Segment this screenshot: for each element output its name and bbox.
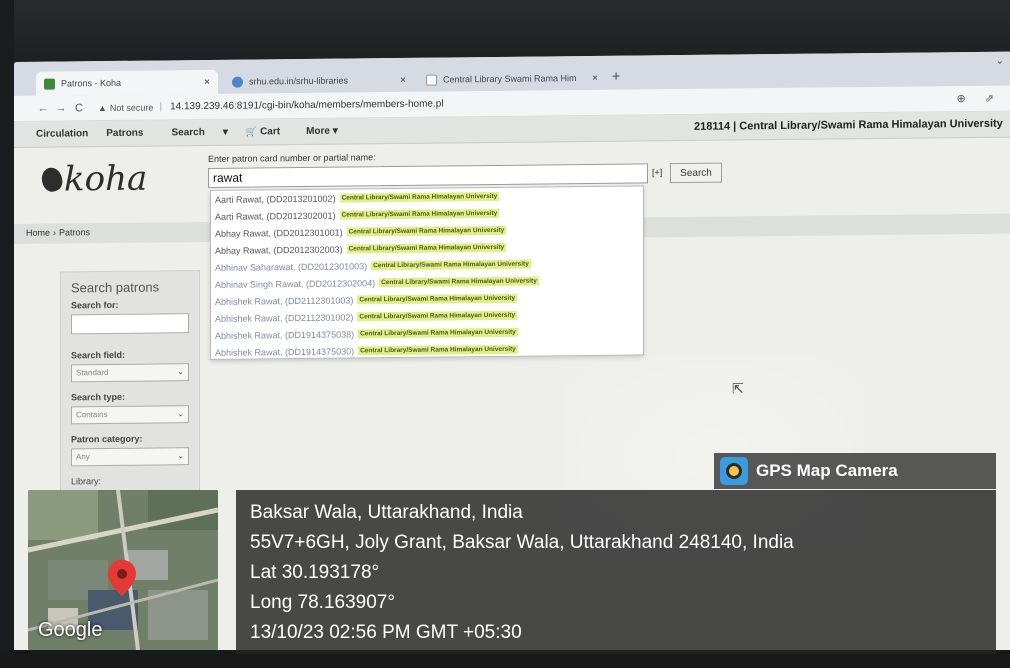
patron-search-input[interactable] [208,163,648,188]
breadcrumb: Home › Patrons [26,227,91,238]
search-for-input[interactable] [71,313,189,335]
search-type-select[interactable]: Contains ⌄ [71,405,189,425]
patron-search-label: Enter patron card number or partial name… [208,152,376,164]
gps-camera-app-icon [720,457,748,485]
nav-patrons[interactable]: Patrons [106,128,143,139]
tab-central-library[interactable]: Central Library Swami Rama Him × [418,66,606,92]
search-type-label: Search type: [71,391,126,403]
url-text[interactable]: 14.139.239.46:8191/cgi-bin/koha/members/… [170,99,444,113]
gps-datetime: 13/10/23 02:56 PM GMT +05:30 [250,622,522,643]
nav-search[interactable]: Search [171,127,204,138]
koha-favicon-icon [44,78,55,90]
expand-search-link[interactable]: [+] [652,167,662,177]
gps-longitude: Long 78.163907° [250,592,395,613]
security-indicator[interactable]: ▲ Not secure [98,102,153,113]
forward-button[interactable]: → [52,102,70,114]
breadcrumb-patrons: Patrons [59,227,91,238]
chevron-down-icon[interactable]: ⌄ [996,56,1004,67]
chevron-down-icon: ⌄ [177,409,184,419]
mouse-pointer-icon: ⇱ [732,380,744,397]
nav-circulation[interactable]: Circulation [36,128,88,140]
tab-srhu-libraries[interactable]: srhu.edu.in/srhu-libraries × [224,68,414,94]
breadcrumb-bar-extension [644,213,1010,238]
breadcrumb-bar: Home › Patrons [14,221,210,244]
nav-more[interactable]: More ▾ [306,126,338,137]
address-divider: | [159,101,163,113]
browser-toolbar-icons[interactable]: ⊕ ⇗ [957,92,1003,105]
warning-icon: ▲ [98,102,107,113]
search-field-label: Search field: [71,349,126,361]
new-tab-button[interactable]: + [612,68,620,84]
gps-app-name: GPS Map Camera [756,461,898,480]
library-label: Library: [71,476,102,487]
koha-leaf-icon [39,165,65,194]
gps-address: 55V7+6GH, Joly Grant, Baksar Wala, Uttar… [250,532,794,553]
patron-category-select[interactable]: Any ⌄ [71,447,189,467]
search-button[interactable]: Search [670,162,722,184]
gps-camera-badge: GPS Map Camera [714,453,996,489]
gps-place: Baksar Wala, Uttarakhand, India [250,502,523,523]
cart-icon: 🛒 [245,126,258,137]
panel-title: Search patrons [71,279,160,296]
reload-button[interactable]: C [70,102,88,114]
tab-patrons-koha[interactable]: Patrons - Koha × [36,69,218,96]
koha-k-favicon-icon [426,74,437,86]
back-button[interactable]: ← [34,102,52,114]
close-icon[interactable]: × [400,74,406,85]
search-field-select[interactable]: Standard ⌄ [71,363,189,383]
chevron-down-icon: ⌄ [177,367,184,377]
location-map-thumbnail: Google [28,490,218,650]
nav-cart[interactable]: 🛒 Cart [246,126,280,137]
gps-location-info: Baksar Wala, Uttarakhand, India 55V7+6GH… [236,490,996,654]
close-icon[interactable]: × [204,76,210,87]
nav-search-dropdown[interactable]: ▾ [223,127,228,138]
chevron-down-icon: ⌄ [177,451,184,461]
search-for-label: Search for: [71,299,119,311]
gps-latitude: Lat 30.193178° [250,562,380,583]
close-icon[interactable]: × [592,72,598,83]
breadcrumb-home[interactable]: Home [26,228,50,238]
patron-autocomplete-list: Aarti Rawat, (DD2013201002) Central Libra… [210,185,644,360]
patron-category-label: Patron category: [71,433,143,445]
logged-in-branch[interactable]: 218114 | Central Library/Swami Rama Hima… [694,118,1003,133]
globe-favicon-icon [232,76,243,88]
google-map-brand: Google [38,619,103,641]
monitor-bezel-left [0,0,14,668]
koha-logo[interactable]: koha [39,159,147,200]
